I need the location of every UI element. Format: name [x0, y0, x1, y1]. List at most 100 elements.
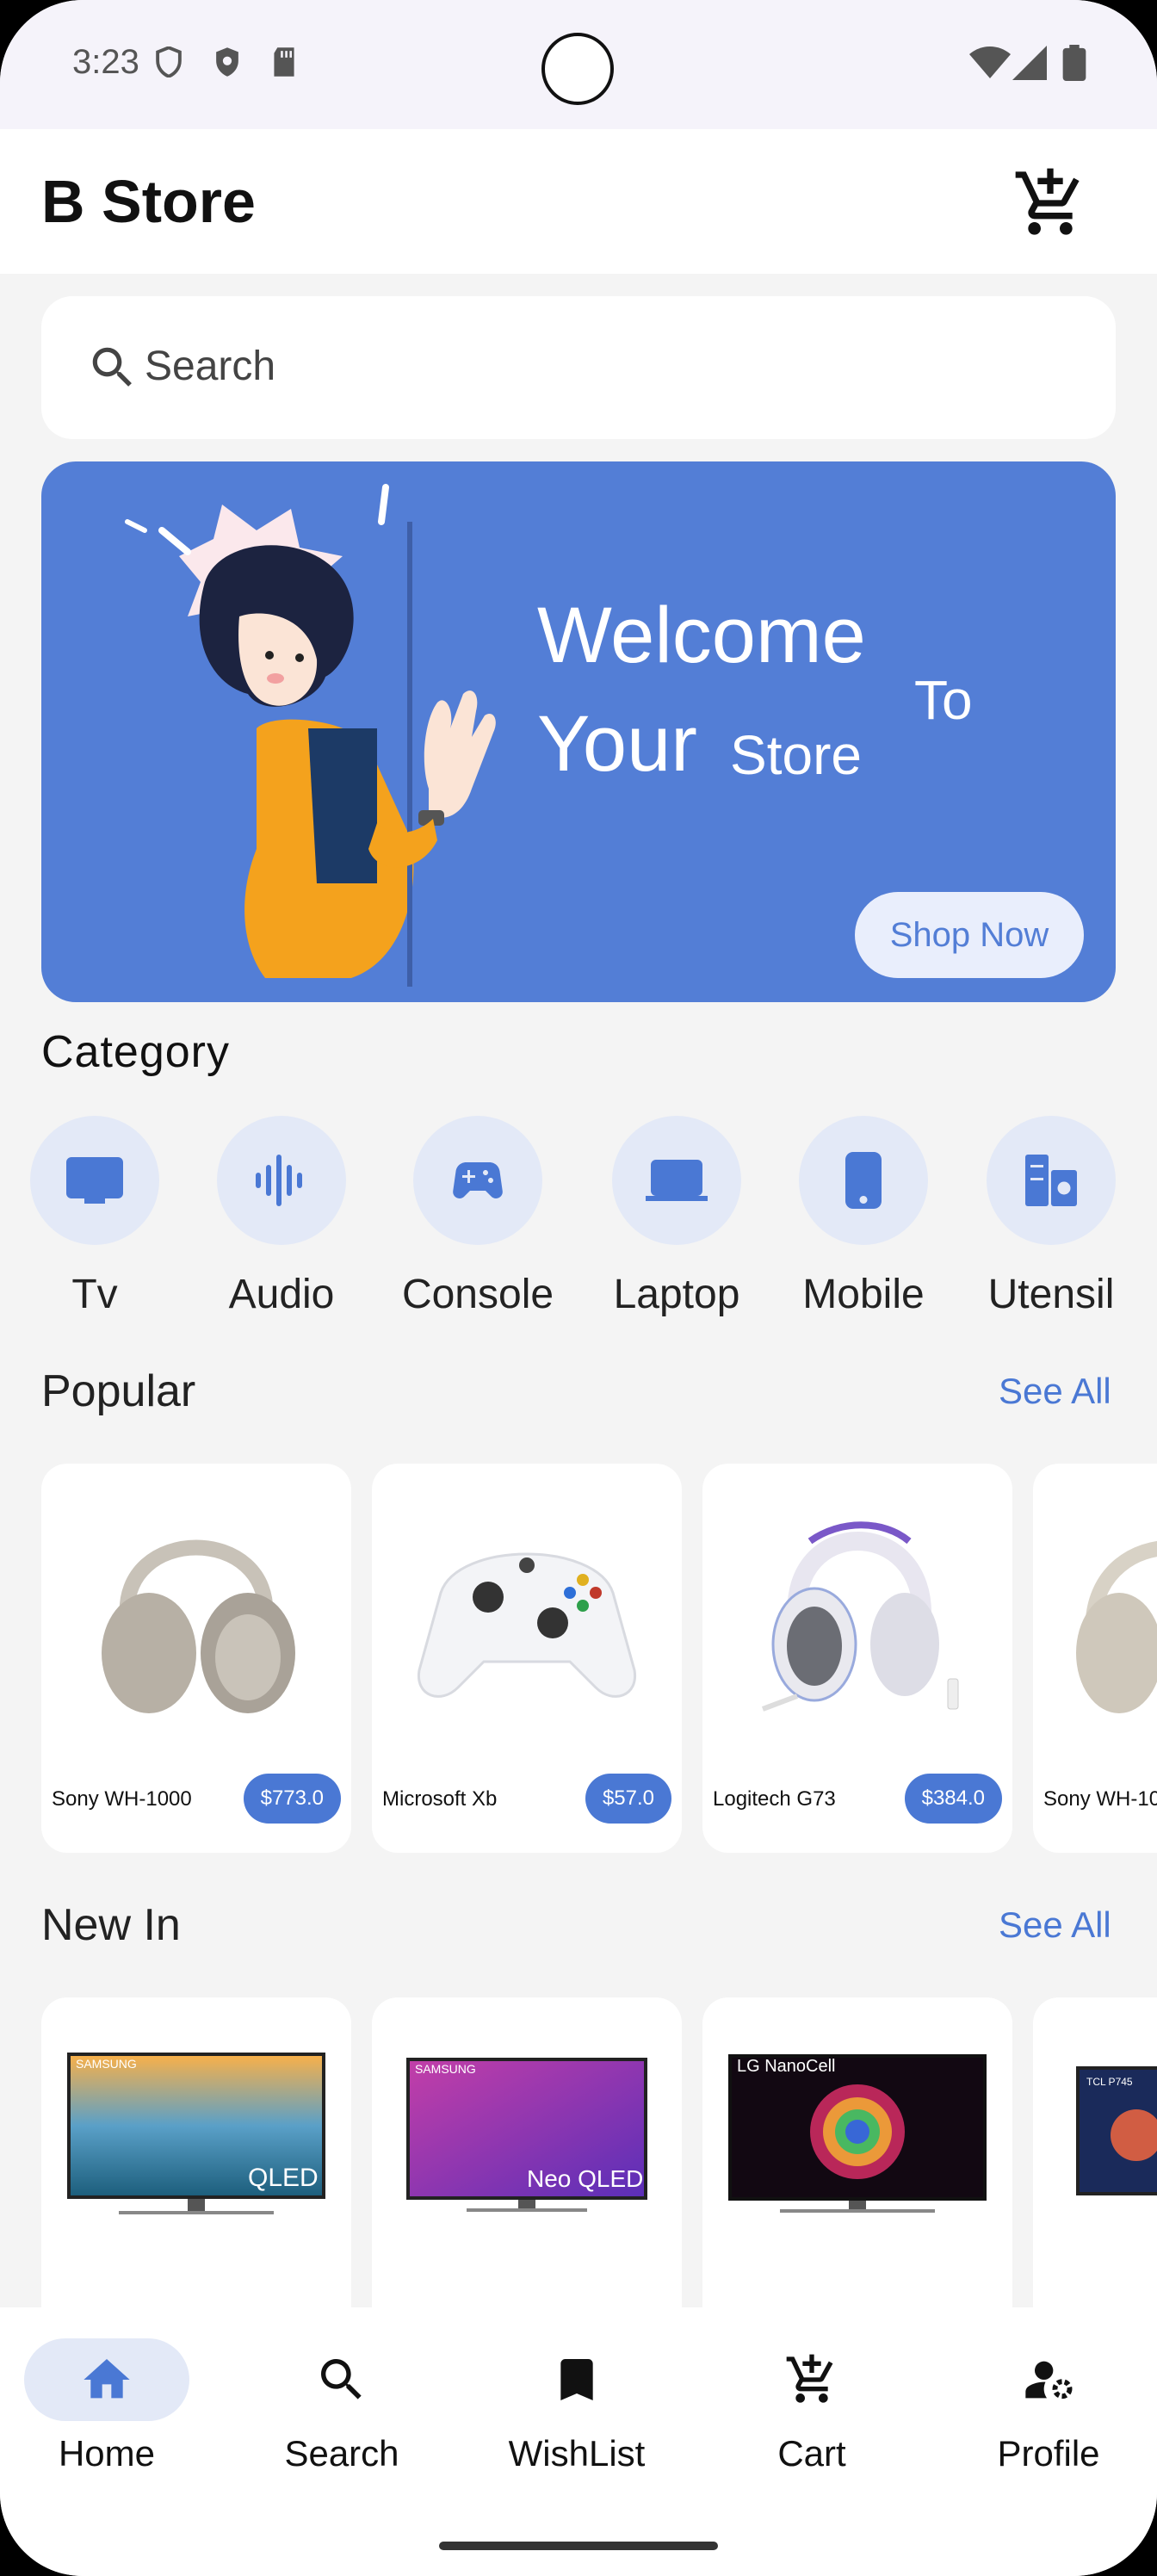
audio-icon	[256, 1155, 302, 1206]
new-in-heading: New In	[41, 1900, 181, 1950]
category-label: Audio	[228, 1272, 335, 1317]
category-icon-bg	[799, 1116, 928, 1245]
app-bar: B Store	[0, 129, 1157, 274]
category-icon-bg	[987, 1116, 1116, 1245]
bottom-navigation: Home Search WishList Cart Profile	[0, 2307, 1157, 2576]
category-label: Mobile	[802, 1272, 925, 1317]
nav-label: WishList	[508, 2433, 646, 2474]
nav-search[interactable]: Search	[256, 2338, 428, 2474]
manage-account-icon	[1025, 2361, 1073, 2400]
search-bar[interactable]: Search	[41, 296, 1116, 439]
popular-see-all-link[interactable]: See All	[999, 1371, 1111, 1412]
banner-to: To	[914, 669, 973, 731]
wifi-icon	[969, 46, 1011, 78]
product-price: $57.0	[585, 1774, 671, 1824]
search-icon	[92, 347, 132, 387]
nav-cart[interactable]: Cart	[726, 2338, 898, 2474]
home-icon	[84, 2359, 130, 2399]
category-item-utensil[interactable]: Utensil	[982, 1116, 1120, 1318]
kitchen-icon	[1025, 1155, 1077, 1206]
tv-icon	[66, 1157, 123, 1204]
status-time: 3:23	[72, 43, 139, 81]
product-card[interactable]: SAMSUNG QLED	[41, 1997, 351, 2342]
search-icon	[321, 2359, 362, 2400]
signal-icon	[1012, 46, 1047, 80]
category-label: Tv	[71, 1272, 118, 1317]
banner-your: Your	[537, 700, 697, 788]
tv-image: SAMSUNG Neo QLED	[406, 2058, 647, 2212]
product-name: Sony WH-1000	[1043, 1787, 1157, 1811]
category-icon-bg	[30, 1116, 159, 1245]
tv-image: TCL P745	[1076, 2066, 1157, 2195]
category-icon-bg	[612, 1116, 741, 1245]
category-item-mobile[interactable]: Mobile	[795, 1116, 932, 1318]
category-icon-bg	[413, 1116, 542, 1245]
waving-woman-illustration	[125, 484, 496, 987]
product-card[interactable]: SAMSUNG Neo QLED	[372, 1997, 682, 2342]
nav-home-indicator	[24, 2338, 189, 2421]
banner-welcome: Welcome	[537, 591, 866, 679]
tv-brand: TCL P745	[1086, 2076, 1133, 2088]
category-label: Utensil	[987, 1272, 1115, 1317]
product-price: $773.0	[243, 1774, 341, 1824]
camera-cutout	[541, 33, 614, 105]
category-item-console[interactable]: Console	[402, 1116, 554, 1318]
nav-label: Home	[58, 2433, 156, 2474]
welcome-banner[interactable]: Welcome Your Store To Shop Now	[41, 461, 1116, 1002]
sd-card-icon	[274, 47, 294, 77]
nav-search-indicator	[259, 2338, 424, 2421]
game-controller-image	[418, 1552, 636, 1698]
app-title: B Store	[41, 168, 256, 235]
nav-label: Cart	[777, 2433, 846, 2474]
nav-cart-indicator	[729, 2338, 894, 2421]
tv-image: SAMSUNG QLED	[67, 2053, 325, 2214]
product-name: Microsoft Xb	[382, 1787, 498, 1811]
gaming-headset-image	[761, 1521, 959, 1712]
tv-tag: QLED	[248, 2164, 319, 2192]
gesture-home-bar[interactable]	[439, 2542, 718, 2550]
category-heading: Category	[41, 1027, 230, 1077]
tv-brand: SAMSUNG	[415, 2062, 476, 2076]
shop-now-button[interactable]: Shop Now	[855, 892, 1084, 978]
banner-store: Store	[730, 724, 862, 786]
product-name: Sony WH-1000	[52, 1787, 192, 1811]
laptop-icon	[646, 1160, 708, 1201]
nav-wishlist[interactable]: WishList	[491, 2338, 663, 2474]
mobile-icon	[845, 1152, 882, 1209]
product-card[interactable]: Sony WH-1000	[1033, 1464, 1157, 1853]
product-card[interactable]: Sony WH-1000 $773.0	[41, 1464, 351, 1853]
battery-icon	[1062, 45, 1086, 81]
nav-label: Profile	[997, 2433, 1100, 2474]
nav-profile-indicator	[966, 2338, 1131, 2421]
new-in-see-all-link[interactable]: See All	[999, 1904, 1111, 1946]
tv-image: LG NanoCell	[728, 2054, 987, 2213]
product-name: Logitech G73	[713, 1787, 836, 1811]
category-icon-bg	[217, 1116, 346, 1245]
nav-profile[interactable]: Profile	[962, 2338, 1135, 2474]
phone-screen: 3:23 B Store Search Welcome Your Store T…	[0, 0, 1157, 2576]
tv-brand: SAMSUNG	[76, 2057, 137, 2071]
category-label: Laptop	[613, 1272, 740, 1317]
nav-home[interactable]: Home	[21, 2338, 193, 2474]
category-item-tv[interactable]: Tv	[26, 1116, 164, 1318]
status-bar: 3:23	[0, 0, 1157, 129]
product-card[interactable]: Microsoft Xb $57.0	[372, 1464, 682, 1853]
tv-brand: LG NanoCell	[737, 2057, 836, 2076]
bookmark-icon	[560, 2359, 593, 2400]
category-item-laptop[interactable]: Laptop	[608, 1116, 746, 1318]
nav-wishlist-indicator	[494, 2338, 659, 2421]
product-card[interactable]: TCL P745	[1033, 1997, 1157, 2342]
add-to-cart-icon	[786, 2354, 833, 2403]
product-card[interactable]: LG NanoCell	[702, 1997, 1012, 2342]
gamepad-icon	[453, 1162, 503, 1198]
headphones-image	[102, 1539, 295, 1713]
product-card[interactable]: Logitech G73 $384.0	[702, 1464, 1012, 1853]
category-item-audio[interactable]: Audio	[213, 1116, 350, 1318]
shield-icon	[156, 46, 182, 77]
category-label: Console	[401, 1272, 554, 1317]
headphones-image	[1076, 1540, 1157, 1713]
tv-tag: Neo QLED	[527, 2165, 643, 2192]
add-to-cart-icon[interactable]	[1012, 165, 1088, 241]
popular-heading: Popular	[41, 1366, 196, 1416]
product-price: $384.0	[904, 1774, 1002, 1824]
